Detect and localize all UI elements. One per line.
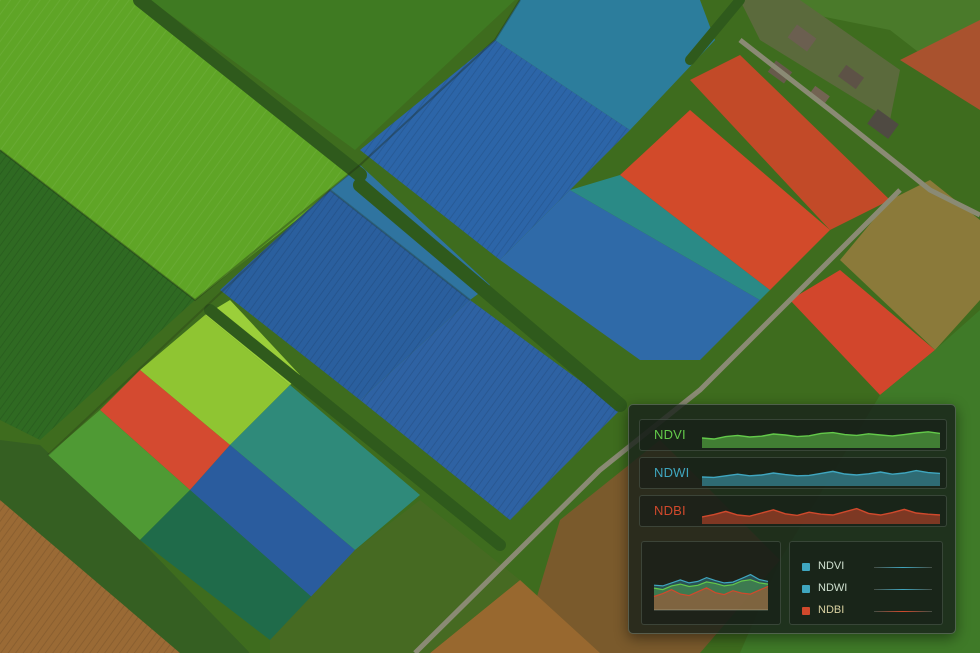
legend-line-ndwi [874, 589, 932, 590]
mini-area-chart [641, 541, 781, 625]
ndvi-row: NDVI [639, 419, 947, 451]
legend-label-ndwi: NDWI [818, 582, 848, 594]
legend-item-ndbi: NDBI [802, 604, 936, 620]
legend-item-ndwi: NDWI [802, 582, 936, 598]
legend-swatch-ndbi [802, 607, 810, 615]
ndbi-row: NDBI [639, 495, 947, 527]
ndwi-row: NDWI [639, 457, 947, 489]
ndbi-sparkline [702, 507, 940, 524]
ndwi-label: NDWI [654, 465, 690, 480]
ndbi-label: NDBI [654, 503, 686, 518]
legend-item-ndvi: NDVI [802, 560, 936, 576]
legend-swatch-ndwi [802, 585, 810, 593]
legend-line-ndvi [874, 567, 932, 568]
spectral-index-panel: NDVI NDWI NDBI NDVI NDWI NDBI [628, 404, 956, 634]
ndvi-sparkline [702, 431, 940, 448]
index-legend: NDVI NDWI NDBI [789, 541, 943, 625]
ndbi-sparkline-area [702, 508, 940, 524]
legend-label-ndbi: NDBI [818, 604, 845, 616]
legend-line-ndbi [874, 611, 932, 612]
ndvi-label: NDVI [654, 427, 686, 442]
legend-label-ndvi: NDVI [818, 560, 845, 572]
legend-swatch-ndvi [802, 563, 810, 571]
ndwi-sparkline [702, 469, 940, 486]
mini-area-chart-graphic [653, 573, 769, 611]
